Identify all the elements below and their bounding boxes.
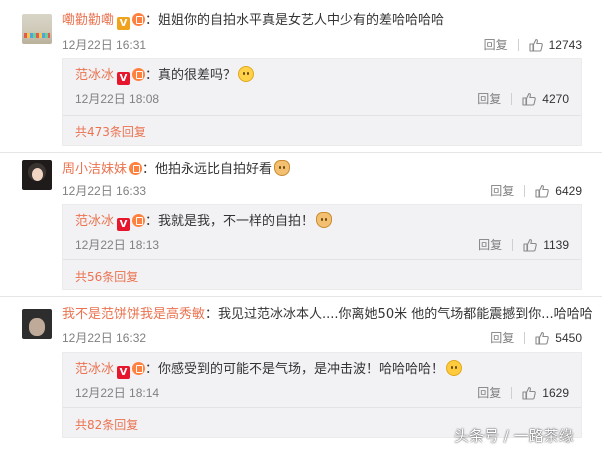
reply-time: 12月22日 18:08	[75, 92, 160, 106]
comment-actions: 回复 6429	[490, 182, 582, 199]
reply-item: 范冰冰 V ：真的很差吗？ 12月22日 18:08 回复 4270	[63, 59, 581, 115]
like-icon[interactable]	[529, 38, 543, 52]
avatar-face	[29, 318, 45, 336]
comment-line: 我不是范饼饼我是高秀敏：我见过范冰冰本人....你离她50米 他的气场都能震撼到…	[62, 306, 593, 324]
username-link[interactable]: 我不是范饼饼我是高秀敏	[62, 307, 205, 322]
cat-emoji-icon	[274, 160, 291, 176]
action-divider	[524, 331, 526, 344]
reply-button[interactable]: 回复	[478, 236, 502, 253]
reply-button[interactable]: 回复	[484, 36, 508, 53]
v-badge-icon: V	[117, 218, 131, 231]
comment-line: 周小洁妹妹 ：他拍永远比自拍好看	[62, 160, 291, 179]
gift-badge-icon	[132, 362, 146, 375]
v-badge-icon: V	[117, 17, 131, 30]
sad-emoji-icon	[238, 66, 255, 82]
like-count: 6429	[555, 183, 582, 198]
like-count: 1139	[543, 237, 569, 252]
gift-badge-icon	[132, 68, 146, 81]
more-replies-link[interactable]: 共56条回复	[75, 268, 138, 285]
reply-item: 范冰冰 V ：你感受到的可能不是气场，是冲击波！哈哈哈哈！ 12月22日 18:14…	[63, 353, 581, 407]
reply-item: 范冰冰 V ：我就是我，不一样的自拍！ 12月22日 18:13 回复 1139	[63, 205, 581, 259]
comment-text: ：他拍永远比自拍好看	[142, 162, 273, 177]
comment-text: ：我见过范冰冰本人....你离她50米 他的气场都能震撼到你...哈哈哈	[205, 307, 593, 322]
reply-line: 范冰冰 V ：我就是我，不一样的自拍！	[75, 212, 333, 231]
reply-box: 范冰冰 V ：我就是我，不一样的自拍！ 12月22日 18:13 回复 1139 共…	[62, 204, 582, 290]
reply-button[interactable]: 回复	[477, 90, 501, 107]
reply-text: ：真的很差吗？	[145, 68, 237, 83]
comment-line: 嘞勸勸嘞 V ：姐姐你的自拍水平真是女艺人中少有的差哈哈哈哈	[62, 12, 444, 30]
like-count: 4270	[542, 91, 569, 106]
like-icon[interactable]	[523, 238, 537, 252]
gift-badge-icon	[129, 162, 143, 175]
like-count: 5450	[555, 330, 582, 345]
reply-text: ：你感受到的可能不是气场，是冲击波！哈哈哈哈！	[145, 362, 445, 377]
like-count: 12743	[548, 37, 582, 52]
reply-box: 范冰冰 V ：真的很差吗？ 12月22日 18:08 回复 4270 共473条回复	[62, 58, 582, 146]
like-icon[interactable]	[535, 184, 549, 198]
divider	[63, 115, 581, 116]
comment-actions: 回复 12743	[484, 36, 582, 53]
reply-time: 12月22日 18:14	[75, 386, 160, 400]
action-divider	[517, 38, 519, 51]
like-count: 1629	[542, 385, 569, 400]
v-badge-icon: V	[117, 366, 131, 379]
like-icon[interactable]	[522, 386, 536, 400]
username-link[interactable]: 嘞勸勸嘞	[62, 13, 114, 28]
reply-line: 范冰冰 V ：你感受到的可能不是气场，是冲击波！哈哈哈哈！	[75, 360, 463, 379]
comment-time: 12月22日 16:33	[62, 184, 147, 198]
cat-emoji-icon	[316, 212, 333, 228]
gift-badge-icon	[132, 13, 146, 26]
username-link[interactable]: 范冰冰	[75, 68, 114, 83]
watermark-text: 头条号 / 一路茶缘	[454, 427, 574, 445]
like-icon[interactable]	[522, 92, 536, 106]
action-divider	[511, 386, 513, 399]
avatar[interactable]	[22, 14, 52, 44]
username-link[interactable]: 周小洁妹妹	[62, 162, 127, 177]
reply-line: 范冰冰 V ：真的很差吗？	[75, 66, 255, 85]
avatar-face	[32, 168, 43, 181]
comment-text: ：姐姐你的自拍水平真是女艺人中少有的差哈哈哈哈	[145, 13, 445, 28]
gift-badge-icon	[132, 214, 146, 227]
reply-text: ：我就是我，不一样的自拍！	[145, 214, 315, 229]
comment-actions: 回复 5450	[490, 329, 582, 346]
comment-item: 周小洁妹妹 ：他拍永远比自拍好看 12月22日 16:33 回复 6429 范冰冰…	[0, 152, 602, 296]
action-divider	[512, 238, 514, 251]
comment-time: 12月22日 16:31	[62, 38, 147, 52]
action-divider	[524, 184, 526, 197]
reply-time: 12月22日 18:13	[75, 238, 160, 252]
more-replies-link[interactable]: 共82条回复	[75, 416, 138, 433]
like-icon[interactable]	[535, 331, 549, 345]
reply-actions: 回复 1629	[477, 384, 569, 401]
laugh-emoji-icon	[446, 360, 463, 376]
reply-button[interactable]: 回复	[490, 182, 514, 199]
comment-item: 嘞勸勸嘞 V ：姐姐你的自拍水平真是女艺人中少有的差哈哈哈哈 12月22日 16:3…	[0, 0, 602, 152]
reply-actions: 回复 1139	[478, 236, 569, 253]
avatar[interactable]	[22, 160, 52, 190]
more-replies-link[interactable]: 共473条回复	[75, 123, 146, 140]
comment-time: 12月22日 16:32	[62, 331, 147, 345]
reply-button[interactable]: 回复	[490, 329, 514, 346]
avatar[interactable]	[22, 309, 52, 339]
divider	[63, 407, 581, 408]
reply-button[interactable]: 回复	[477, 384, 501, 401]
reply-actions: 回复 4270	[477, 90, 569, 107]
username-link[interactable]: 范冰冰	[75, 214, 114, 229]
action-divider	[511, 92, 513, 105]
avatar-pattern	[24, 33, 50, 38]
v-badge-icon: V	[117, 72, 131, 85]
divider	[63, 259, 581, 260]
username-link[interactable]: 范冰冰	[75, 362, 114, 377]
